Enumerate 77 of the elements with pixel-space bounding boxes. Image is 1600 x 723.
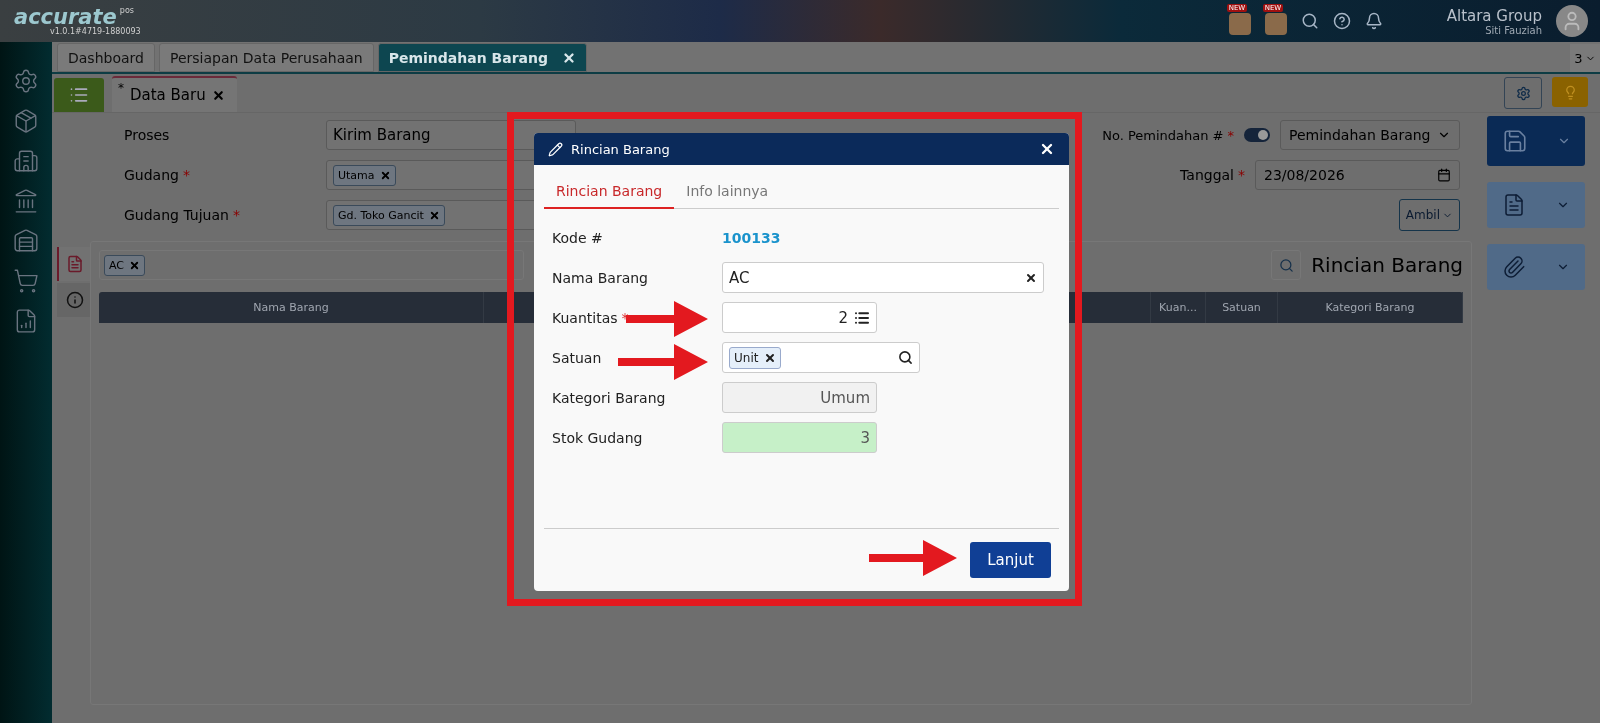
search-icon xyxy=(1278,257,1294,273)
field-label: Proses xyxy=(124,127,171,143)
document-icon xyxy=(1502,193,1526,217)
field-label: No. Pemindahan # * xyxy=(1102,127,1234,143)
field-label: Gudang Tujuan * xyxy=(124,207,241,223)
version-text: v1.0.1#4719-1880093 xyxy=(50,27,141,36)
pencil-icon xyxy=(548,141,563,157)
dialog-tab[interactable]: Rincian Barang xyxy=(544,175,675,209)
date-field[interactable]: 23/08/2026 xyxy=(1255,160,1460,190)
field-label: Tanggal * xyxy=(1180,167,1245,183)
tag-field[interactable]: Unit xyxy=(722,342,920,373)
document-button[interactable] xyxy=(1487,182,1585,228)
page-tab[interactable]: Pemindahan Barang xyxy=(377,43,587,72)
dialog-tab[interactable]: Info lainnya xyxy=(674,175,781,209)
search-icon[interactable] xyxy=(898,350,913,365)
bell-icon[interactable] xyxy=(1364,12,1383,30)
avatar[interactable] xyxy=(1556,5,1588,37)
settings-button[interactable] xyxy=(1504,77,1542,109)
logo-tag: pos xyxy=(119,6,134,15)
stock-field: 3 xyxy=(722,422,877,453)
document-icon xyxy=(65,255,84,273)
document-tab[interactable] xyxy=(57,247,90,281)
column-header: Kuan... xyxy=(1151,292,1206,323)
field-label: Satuan xyxy=(552,349,603,366)
paperclip-icon xyxy=(1502,255,1526,279)
company-name: Altara Group xyxy=(1446,6,1542,25)
tab-count[interactable]: 3 xyxy=(1570,44,1600,72)
page-tab[interactable]: Dashboard xyxy=(57,43,155,72)
remove-icon[interactable] xyxy=(764,351,777,364)
search-field[interactable]: AC xyxy=(99,250,524,280)
info-icon xyxy=(65,291,84,309)
tag[interactable]: Unit xyxy=(729,346,782,369)
calendar-icon[interactable] xyxy=(1437,168,1451,182)
close-icon[interactable] xyxy=(562,50,576,65)
cart-icon[interactable] xyxy=(13,268,39,294)
input-field[interactable]: AC xyxy=(722,262,1044,293)
user-name: Siti Fauziah xyxy=(1485,24,1542,36)
list-button[interactable] xyxy=(54,78,104,112)
field-label: Stok Gudang xyxy=(552,429,644,446)
save-icon xyxy=(1501,128,1528,154)
close-icon[interactable] xyxy=(1039,141,1055,157)
help-icon[interactable] xyxy=(1332,12,1351,30)
logo: accurate xyxy=(14,6,117,28)
field-label: Kode # xyxy=(552,229,604,246)
column-header: Satuan xyxy=(1206,292,1278,323)
ambil-button[interactable]: Ambil xyxy=(1398,199,1460,231)
select-field[interactable]: Pemindahan Barang xyxy=(1280,120,1460,150)
settings-icon xyxy=(1515,85,1531,101)
clear-icon[interactable] xyxy=(1025,271,1037,284)
quantity-field[interactable]: 2 xyxy=(722,302,877,333)
box-icon[interactable] xyxy=(13,108,39,134)
settings-icon[interactable] xyxy=(13,68,39,94)
panel-title: Rincian Barang xyxy=(1311,253,1463,277)
tag[interactable]: AC xyxy=(104,254,145,276)
toggle-switch[interactable] xyxy=(1244,128,1270,142)
tag[interactable]: Utama xyxy=(333,164,396,186)
item-code-link[interactable]: 100133 xyxy=(722,229,781,246)
unit-list-icon[interactable] xyxy=(854,309,870,326)
field-label: Gudang * xyxy=(124,167,191,183)
save-button[interactable] xyxy=(1487,116,1585,166)
column-header: Nama Barang xyxy=(99,292,484,323)
building-icon[interactable] xyxy=(13,148,39,174)
tag[interactable]: Gd. Toko Gancit xyxy=(333,204,445,226)
field-label: Nama Barang xyxy=(552,269,649,286)
search-button[interactable] xyxy=(1271,250,1302,280)
list-icon xyxy=(69,85,89,105)
field-label: Kategori Barang xyxy=(552,389,667,406)
attachment-button[interactable] xyxy=(1487,244,1585,290)
bank-icon[interactable] xyxy=(13,188,39,214)
column-header: Kategori Barang xyxy=(1278,292,1463,323)
search-icon[interactable] xyxy=(1300,12,1319,30)
continue-button[interactable]: Lanjut xyxy=(970,542,1051,578)
page-tab[interactable]: Persiapan Data Perusahaan xyxy=(158,43,374,72)
info-tab[interactable] xyxy=(57,283,90,317)
warehouse-icon[interactable] xyxy=(13,228,39,254)
document-tab[interactable]: * Data Baru xyxy=(112,76,237,112)
readonly-field: Umum xyxy=(722,382,877,413)
